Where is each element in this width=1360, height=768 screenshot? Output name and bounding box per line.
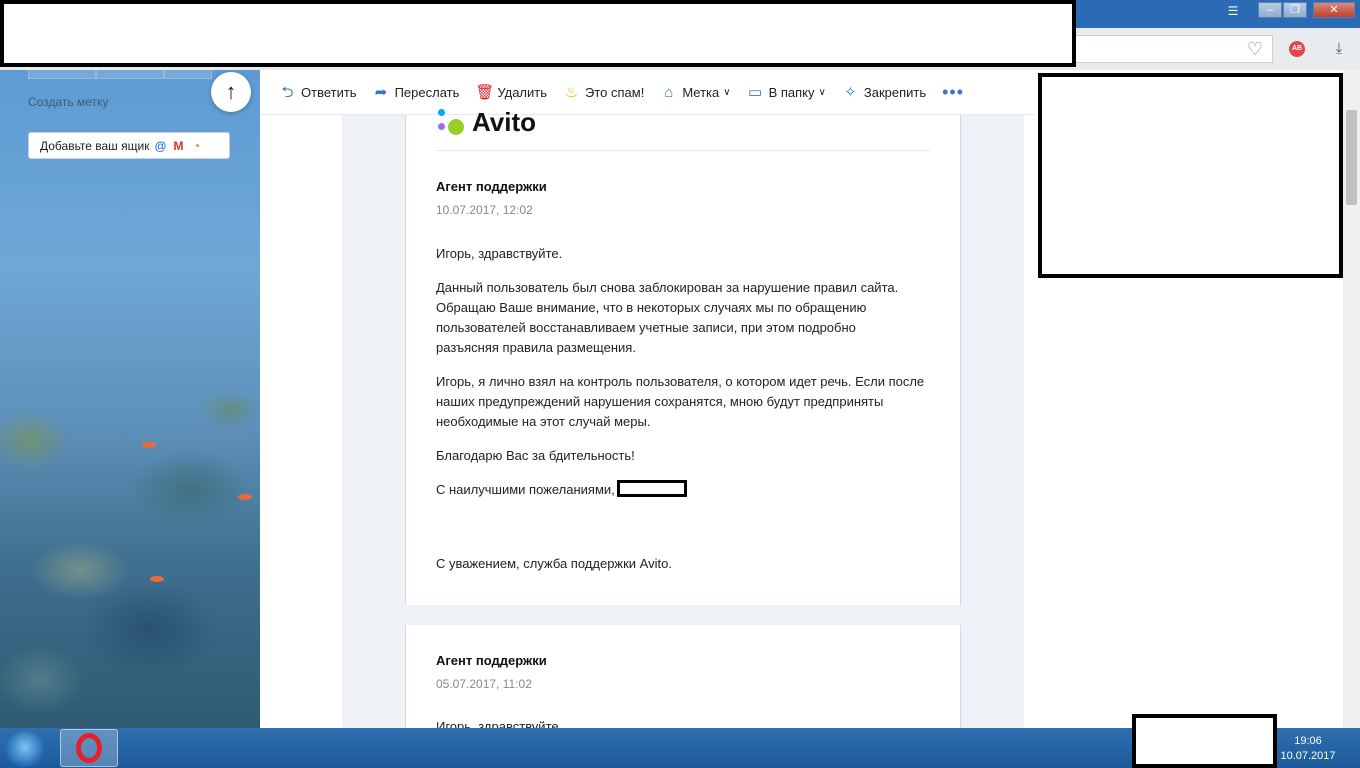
delete-button[interactable]: 🗑 Удалить <box>475 84 547 101</box>
message-toolbar: ⮌ Ответить ➦ Переслать 🗑 Удалить ♨ Это с… <box>260 70 1035 115</box>
start-button[interactable] <box>4 731 46 767</box>
fish-decoration <box>142 442 156 448</box>
redacted-area-tray <box>1132 714 1277 768</box>
redacted-area-top <box>0 0 1076 67</box>
message-greeting: Игорь, здравствуйте. <box>436 246 563 261</box>
scroll-up-button[interactable]: ↑ <box>211 72 251 112</box>
sidebar-tab-stub[interactable] <box>28 70 96 79</box>
tag-icon: ⌂ <box>664 83 674 101</box>
avito-logo-text: Avito <box>472 107 537 137</box>
message-signoff: С уважением, служба поддержки Avito. <box>436 556 672 571</box>
message-date: 05.07.2017, 11:02 <box>436 677 532 691</box>
redacted-area-right <box>1038 73 1343 278</box>
redacted-name <box>616 480 687 497</box>
forward-icon: ➦ <box>374 83 388 101</box>
forward-button[interactable]: ➦ Переслать <box>373 84 460 101</box>
opera-icon <box>76 733 102 763</box>
mail-sidebar <box>0 70 260 728</box>
mailru-icon: @ <box>154 138 167 153</box>
more-actions-button[interactable]: ••• <box>942 82 964 103</box>
delete-label: Удалить <box>497 84 548 100</box>
pin-label: Закрепить <box>863 84 927 100</box>
message-paragraph: Благодарю Вас за бдительность! <box>436 448 635 463</box>
sidebar-background-image <box>0 350 260 728</box>
restore-button[interactable]: ❐ <box>1283 2 1307 18</box>
message-sender[interactable]: Агент поддержки <box>436 653 547 668</box>
pin-button[interactable]: ✧ Закрепить <box>842 84 926 101</box>
chevron-down-icon: ∨ <box>723 86 731 98</box>
browser-menu-icon[interactable]: ☰ <box>1226 4 1240 18</box>
address-bar[interactable] <box>1075 35 1273 63</box>
add-mailbox-label: Добавьте ваш ящик <box>40 138 150 153</box>
adblock-icon[interactable]: AB <box>1289 41 1305 57</box>
label-dropdown-label: Метка <box>682 84 720 100</box>
clock-time: 19:06 <box>1294 735 1322 747</box>
sidebar-tab-stub[interactable] <box>96 70 164 79</box>
bookmark-heart-icon[interactable]: ♡ <box>1245 39 1265 59</box>
forward-label: Переслать <box>394 84 460 100</box>
create-label-link[interactable]: Создать метку <box>28 95 108 109</box>
gmail-icon: M <box>173 138 184 153</box>
reply-label: Ответить <box>301 84 357 100</box>
message-date: 10.07.2017, 12:02 <box>436 203 533 217</box>
sidebar-tab-stub[interactable] <box>164 70 212 79</box>
spam-button[interactable]: ♨ Это спам! <box>563 83 645 101</box>
close-window-button[interactable]: ✕ <box>1313 2 1355 18</box>
trash-icon: 🗑 <box>475 83 495 101</box>
move-to-folder-label: В папку <box>768 84 815 100</box>
folder-icon: ▭ <box>748 83 763 101</box>
minimize-button[interactable]: – <box>1258 2 1282 18</box>
system-clock[interactable]: 19:06 10.07.2017 <box>1278 734 1338 764</box>
message-sender[interactable]: Агент поддержки <box>436 179 547 194</box>
add-mailbox-button[interactable]: Добавьте ваш ящик @ M ◔ <box>28 132 230 159</box>
move-to-folder-dropdown[interactable]: ▭ В папку ∨ <box>747 84 826 101</box>
avito-logo: Avito <box>436 107 536 138</box>
reply-button[interactable]: ⮌ Ответить <box>279 83 357 101</box>
pin-icon: ✧ <box>844 83 857 101</box>
label-dropdown[interactable]: ⌂ Метка ∨ <box>660 84 730 101</box>
avito-logo-dots <box>436 108 466 137</box>
flame-icon: ♨ <box>564 83 579 101</box>
closing-text: С наилучшими пожеланиями, <box>436 482 615 497</box>
message-greeting: Игорь, здравствуйте. <box>436 719 563 728</box>
message-closing: С наилучшими пожеланиями, <box>436 480 936 500</box>
reply-icon: ⮌ <box>281 83 294 101</box>
chevron-down-icon: ∨ <box>818 86 826 98</box>
clock-date: 10.07.2017 <box>1280 750 1336 762</box>
spam-label: Это спам! <box>585 84 645 100</box>
message-paragraph: Игорь, я лично взял на контроль пользова… <box>436 374 925 429</box>
rambler-icon: ◔ <box>192 138 201 153</box>
scrollbar-thumb[interactable] <box>1346 110 1357 205</box>
download-icon[interactable]: ⤓ <box>1330 40 1348 58</box>
message-paragraph: Данный пользователь был снова заблокиров… <box>436 280 899 355</box>
fish-decoration <box>238 494 252 500</box>
fish-decoration <box>150 576 164 582</box>
divider <box>436 150 930 151</box>
